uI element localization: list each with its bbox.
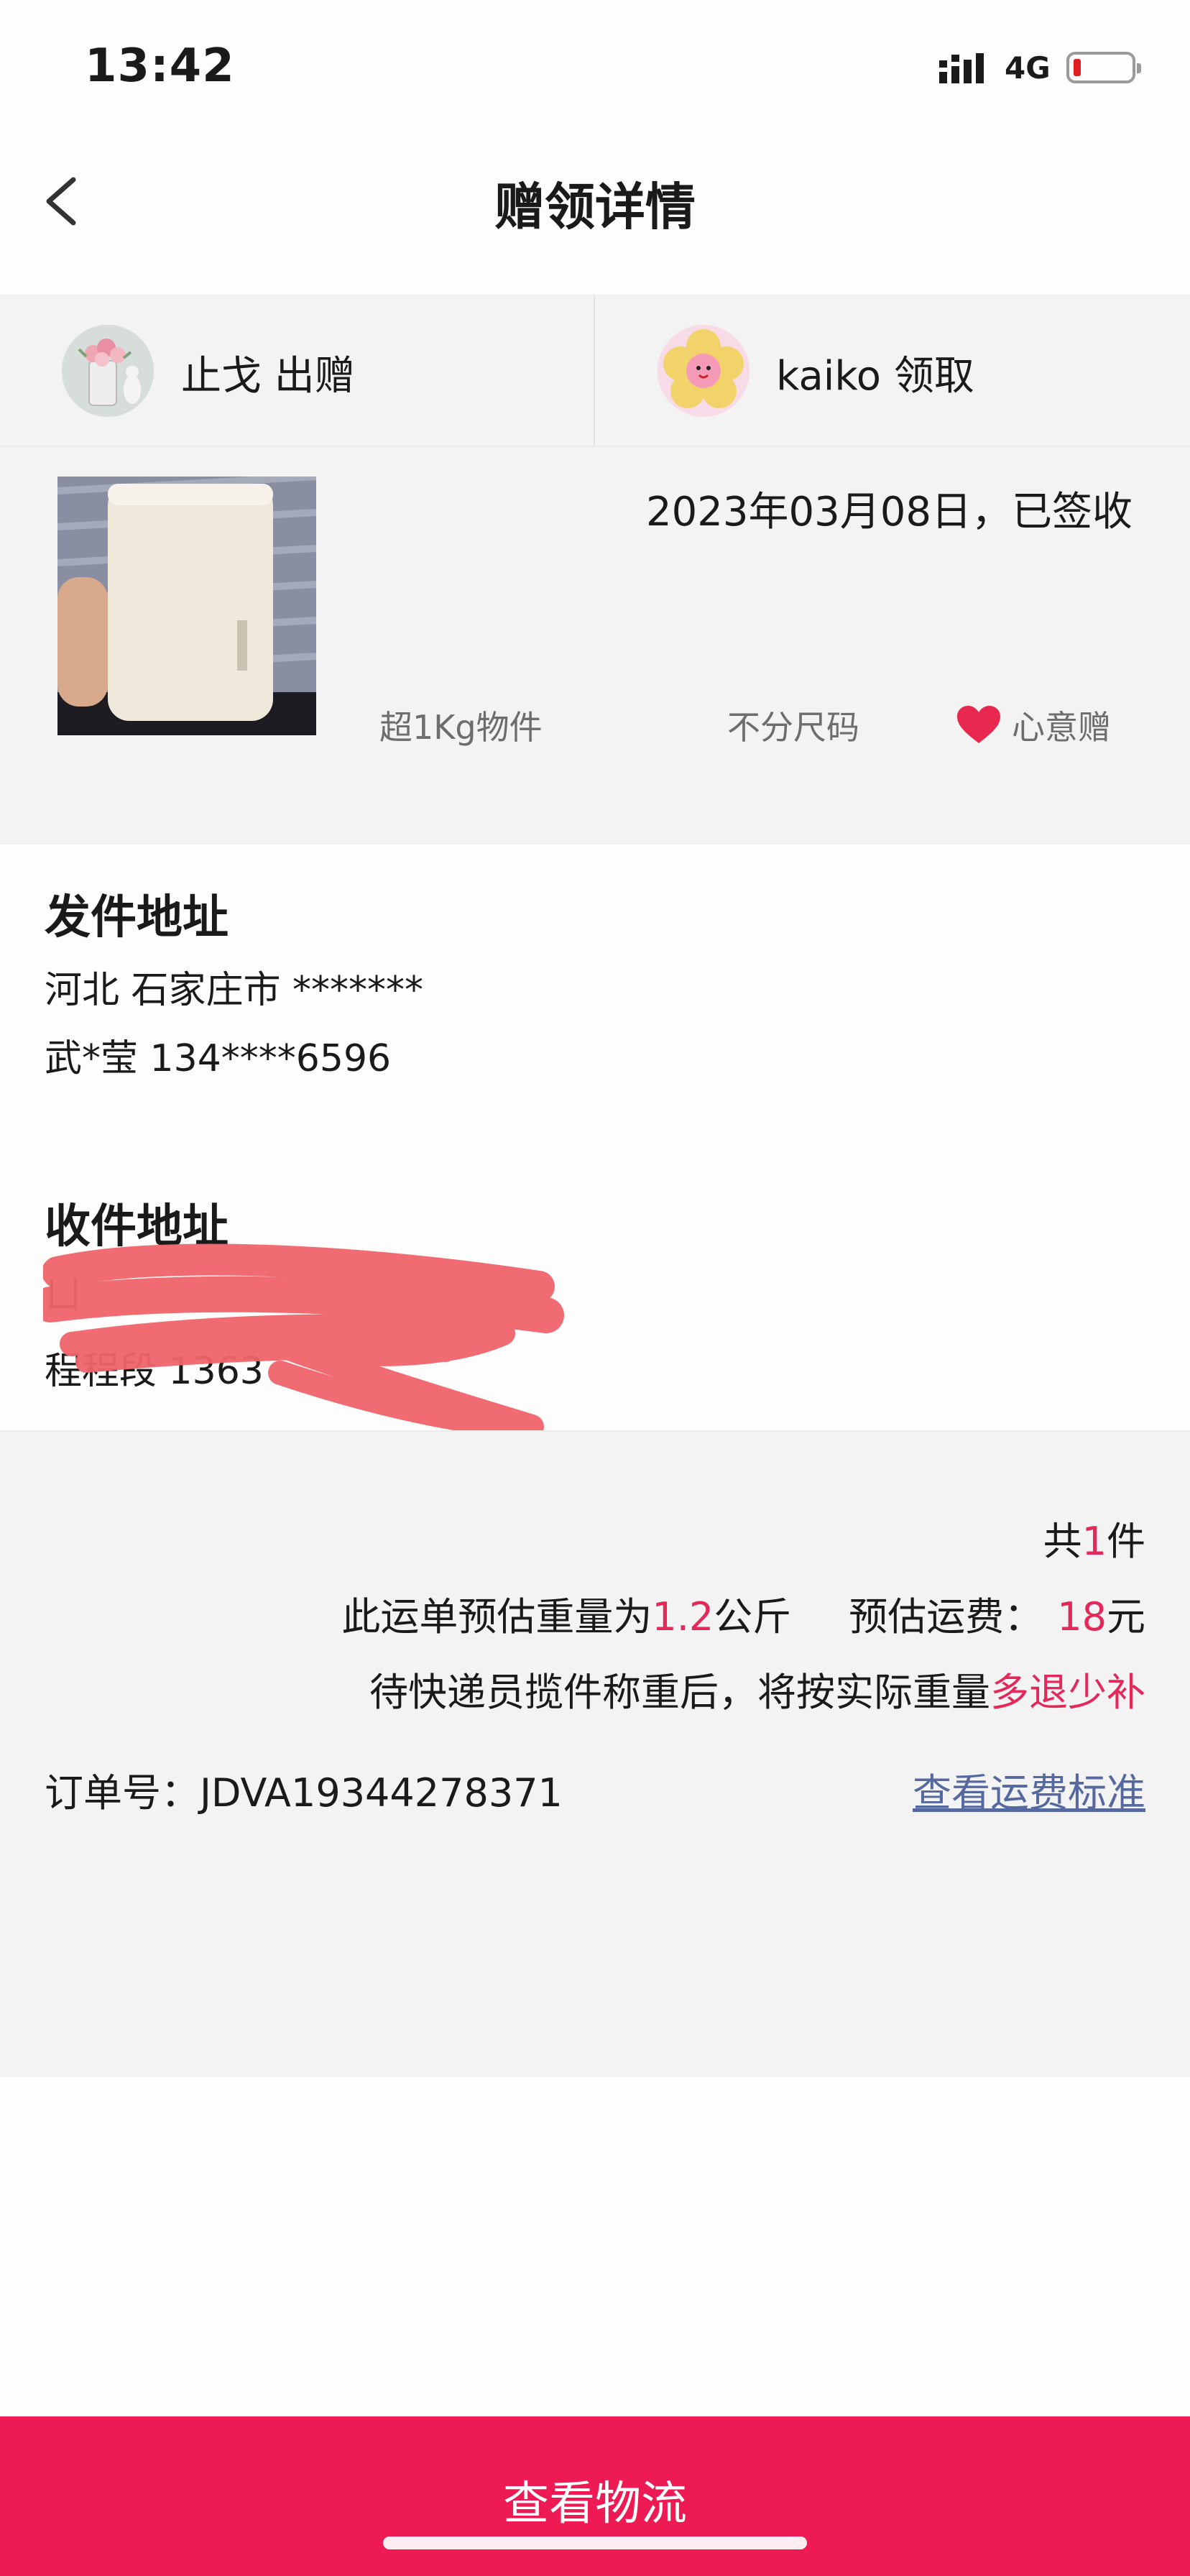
- network-type: 4G: [1005, 50, 1051, 86]
- status-time: 13:42: [85, 40, 235, 93]
- sender-contact: 武*莹 134****6596: [45, 1037, 392, 1080]
- item-delivery-status: 2023年03月08日，已签收: [645, 489, 1133, 535]
- giver-label: 止戈 出赠: [181, 353, 355, 400]
- signal-icon: [938, 50, 988, 89]
- giver-avatar[interactable]: [62, 325, 154, 417]
- page-title: 赠领详情: [494, 178, 696, 236]
- item-photo[interactable]: [57, 477, 316, 735]
- shipping-summary: [0, 1430, 1190, 2077]
- parties-divider: [594, 295, 595, 446]
- battery-icon: [1066, 52, 1141, 83]
- item-count: 共1件: [1043, 1519, 1145, 1564]
- item-weight-tag: 超1Kg物件: [379, 708, 543, 747]
- sender-region: 河北 石家庄市 *******: [45, 969, 424, 1012]
- item-gift-type: 心意赠: [1012, 708, 1111, 747]
- receiver-label: kaiko 领取: [776, 353, 974, 400]
- weight-adjust-notice: 待快递员揽件称重后，将按实际重量多退少补: [369, 1670, 1145, 1715]
- order-number: 订单号：JDVA19344278371: [45, 1770, 563, 1816]
- item-size-tag: 不分尺码: [727, 708, 859, 747]
- redaction-scribble: [32, 1236, 575, 1455]
- receiver-avatar[interactable]: [658, 325, 749, 417]
- home-indicator[interactable]: [383, 2536, 807, 2549]
- sender-address-title: 发件地址: [45, 891, 229, 944]
- view-logistics-label: 查看物流: [503, 2478, 687, 2531]
- weight-fee-estimate: 此运单预估重量为1.2公斤 预估运费： 18元: [341, 1594, 1145, 1639]
- parties-bar: [0, 295, 1190, 446]
- heart-icon: [956, 704, 1002, 748]
- fee-standard-link[interactable]: 查看运费标准: [913, 1761, 1145, 1818]
